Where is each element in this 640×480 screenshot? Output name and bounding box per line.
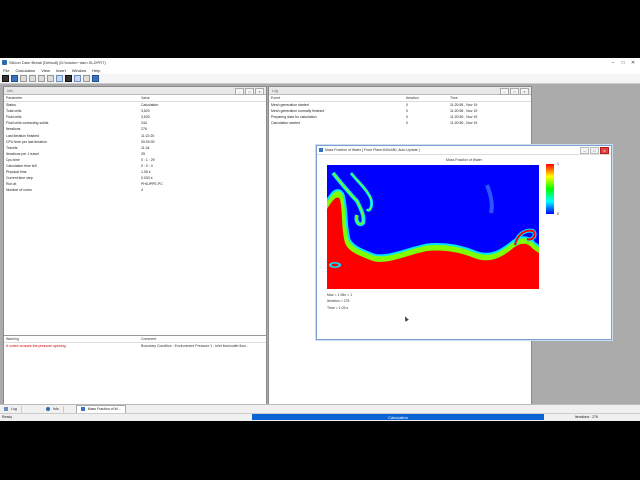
warning-table: Warning Comment A vortex crosses the pre…	[4, 336, 266, 349]
warning-text: A vortex crosses the pressure opening	[6, 344, 66, 349]
log-panel-header: Log – □ ✕	[269, 87, 531, 95]
time-readout: Time = 1.05 s	[327, 306, 349, 310]
status-bar: Ready Calculation Iterations : 276	[0, 413, 640, 421]
menu-insert[interactable]: Insert	[56, 68, 66, 73]
legend-max-label: 1	[557, 162, 559, 166]
table-row[interactable]: Number of cores 4	[4, 187, 266, 193]
progress-label: Calculation	[388, 414, 408, 420]
parameter-value: 4	[141, 188, 143, 193]
tab-log[interactable]: Log	[0, 405, 22, 413]
info-rows: Status Calculation Total cells 3,520 Fluid c…	[4, 102, 266, 194]
panel-restore-icon[interactable]: □	[245, 88, 254, 95]
parameter-value: Calculation	[141, 103, 159, 108]
window-title: Silicon Dam Break [Default] (D:\boston~d…	[9, 60, 106, 65]
droplet-core	[331, 263, 339, 267]
minmax-readout: Max = 1 Min = 1	[327, 293, 353, 297]
menu-help[interactable]: Help	[92, 68, 100, 73]
minimize-icon[interactable]: –	[608, 58, 618, 67]
log-iteration: 0	[406, 121, 408, 126]
log-rows: Mesh generation started 0 11:20:55 , Nov 1…	[269, 102, 531, 127]
legend-min-label: 0	[557, 212, 559, 216]
panel-minimize-icon[interactable]: –	[500, 88, 509, 95]
stop-icon[interactable]	[2, 75, 9, 82]
info-toggle-icon[interactable]	[65, 75, 72, 82]
tab-info-label: Info	[52, 407, 59, 411]
log-toggle-icon[interactable]	[56, 75, 63, 82]
mass-fraction-window[interactable]: Mass Fraction of Water [ Front Plane;840…	[316, 145, 612, 340]
info-panel: Info – □ ✕ Parameter Value Status Calcula…	[3, 86, 267, 406]
legend-bar	[546, 164, 554, 214]
status-iterations: Iterations : 276	[574, 415, 598, 419]
minimize-icon[interactable]: –	[580, 147, 589, 154]
tab-log-label: Log	[11, 407, 17, 411]
chart-window-title: Mass Fraction of Water [ Front Plane;840…	[325, 148, 420, 152]
maximize-icon[interactable]: □	[590, 147, 599, 154]
tab-mass-fraction-label: Mass Fraction of W...	[87, 407, 121, 411]
tab-info[interactable]: Info	[42, 405, 64, 413]
window-tabs: Log Info Mass Fraction of W...	[0, 404, 640, 414]
info-panel-header: Info – □ ✕	[4, 87, 266, 95]
iteration-readout: Iteration = 276	[327, 299, 350, 303]
table-row[interactable]: Status Calculation	[4, 102, 266, 109]
menu-view[interactable]: View	[41, 68, 50, 73]
parameter-name: Status	[6, 103, 16, 108]
title-bar: Silicon Dam Break [Default] (D:\boston~d…	[0, 58, 640, 67]
close-icon[interactable]: ✕	[600, 147, 609, 154]
log-iteration: 0	[406, 103, 408, 108]
plot-icon	[80, 407, 85, 411]
panel-close-icon[interactable]: ✕	[255, 88, 264, 95]
chart-window-titlebar[interactable]: Mass Fraction of Water [ Front Plane;840…	[317, 146, 611, 155]
log-event: Calculation started	[271, 121, 300, 126]
pause-icon[interactable]	[11, 75, 18, 82]
table-row[interactable]: Calculation started 0 11:20:59 , Nov 19	[269, 120, 531, 126]
log-panel-title: Log	[272, 88, 278, 93]
warning-comment: Boundary Condition : Environment Pressur…	[141, 344, 249, 349]
color-legend	[546, 164, 554, 214]
panel-close-icon[interactable]: ✕	[520, 88, 529, 95]
log-event: Mesh generation started	[271, 103, 309, 108]
table-row[interactable]: Mesh generation started 0 11:20:55 , Nov 1…	[269, 102, 531, 109]
menu-calculation[interactable]: Calculation	[15, 68, 35, 73]
log-time: 11:20:59 , Nov 19	[450, 121, 478, 126]
help-icon[interactable]	[92, 75, 99, 82]
log-icon	[4, 407, 8, 411]
info-icon	[45, 407, 50, 411]
log-table: Event Iteration Time Mesh generation sta…	[269, 95, 531, 126]
refresh-icon[interactable]	[20, 75, 27, 82]
menu-file[interactable]: File	[3, 68, 9, 73]
toolbar	[0, 74, 640, 84]
status-ready: Ready	[2, 415, 13, 419]
preview-icon[interactable]	[47, 75, 54, 82]
mass-fraction-plot	[327, 165, 539, 289]
parameter-name: Number of cores	[6, 188, 32, 193]
info-table: Parameter Value Status Calculation Total c…	[4, 95, 266, 193]
calculation-progress: Calculation	[252, 414, 544, 420]
info-panel-title: Info	[7, 88, 13, 93]
warning-section: Warning Comment A vortex crosses the pre…	[4, 335, 266, 406]
plot-toggle-icon[interactable]	[74, 75, 81, 82]
warning-row[interactable]: A vortex crosses the pressure opening Bo…	[4, 343, 266, 350]
log-time: 11:20:55 , Nov 19	[450, 103, 478, 108]
plot-icon	[319, 148, 323, 152]
goals-icon[interactable]	[38, 75, 45, 82]
maximize-icon[interactable]: □	[618, 58, 628, 67]
menu-window[interactable]: Window	[72, 68, 86, 73]
settings-icon[interactable]	[29, 75, 36, 82]
plot-title: Mass Fraction of Water	[445, 158, 483, 162]
panel-minimize-icon[interactable]: –	[235, 88, 244, 95]
table-icon[interactable]	[83, 75, 90, 82]
panel-restore-icon[interactable]: □	[510, 88, 519, 95]
close-icon[interactable]: ✕	[628, 58, 638, 67]
app-icon	[2, 60, 7, 65]
